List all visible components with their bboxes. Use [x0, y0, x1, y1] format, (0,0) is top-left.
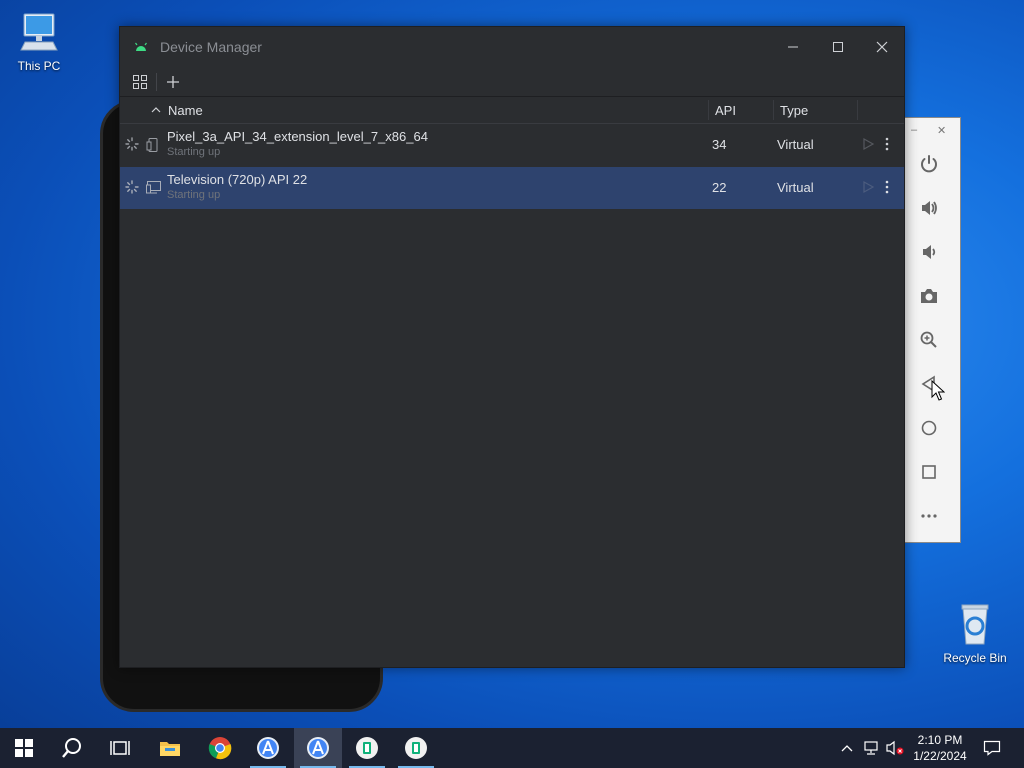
- computer-icon: [20, 13, 58, 51]
- zoom-in-icon: [920, 331, 937, 348]
- volume-down-icon: [923, 245, 936, 259]
- column-header-type[interactable]: Type: [780, 103, 808, 118]
- task-view-icon: [110, 741, 130, 755]
- jetbrains-icon: [356, 737, 378, 759]
- jetbrains-app-button[interactable]: [343, 728, 391, 768]
- more-options-icon[interactable]: [884, 179, 890, 195]
- play-icon[interactable]: [861, 137, 875, 151]
- loading-spinner-icon: [125, 137, 139, 151]
- device-type: Virtual: [777, 180, 814, 195]
- column-separator: [773, 100, 774, 120]
- search-icon: [62, 738, 81, 758]
- more-button[interactable]: [917, 504, 941, 528]
- tv-device-icon: [146, 181, 161, 194]
- power-icon: [921, 155, 937, 173]
- column-header-name[interactable]: Name: [168, 103, 203, 118]
- play-icon[interactable]: [861, 180, 875, 194]
- volume-muted-icon: [886, 740, 904, 756]
- sort-ascending-icon[interactable]: [151, 106, 161, 114]
- device-type: Virtual: [777, 137, 814, 152]
- volume-down-button[interactable]: [917, 240, 941, 264]
- start-icon: [15, 739, 33, 757]
- search-button[interactable]: [48, 728, 96, 768]
- window-title: Device Manager: [160, 39, 262, 55]
- close-button[interactable]: [869, 35, 895, 59]
- close-icon: [876, 41, 888, 53]
- loading-spinner-icon: [125, 180, 139, 194]
- jetbrains-icon: [405, 737, 427, 759]
- android-icon: [135, 42, 147, 51]
- taskbar: 2:10 PM 1/22/2024: [0, 728, 1024, 768]
- notifications-button[interactable]: [978, 728, 1006, 768]
- more-icon: [921, 514, 937, 518]
- device-api: 22: [712, 180, 727, 195]
- device-api: 34: [712, 137, 727, 152]
- device-name: Pixel_3a_API_34_extension_level_7_x86_64: [167, 129, 428, 144]
- emulator-close-button[interactable]: ✕: [937, 124, 946, 137]
- show-hidden-icons-button[interactable]: [838, 728, 856, 768]
- android-studio-icon: [307, 737, 329, 759]
- column-header-api[interactable]: API: [715, 103, 736, 118]
- overview-icon: [922, 465, 936, 479]
- home-button[interactable]: [917, 416, 941, 440]
- overview-button[interactable]: [917, 460, 941, 484]
- clock-date: 1/22/2024: [913, 749, 967, 763]
- volume-up-button[interactable]: [917, 196, 941, 220]
- this-pc-label: This PC: [17, 59, 61, 73]
- device-grid-icon: [133, 75, 147, 89]
- screenshot-button[interactable]: [917, 284, 941, 308]
- maximize-icon: [833, 42, 843, 52]
- add-icon: [167, 76, 179, 88]
- chrome-button[interactable]: [196, 728, 244, 768]
- desktop-icon-recycle-bin[interactable]: Recycle Bin: [937, 602, 1013, 665]
- volume-button[interactable]: [884, 728, 906, 768]
- chrome-icon: [208, 737, 232, 760]
- device-name: Television (720p) API 22: [167, 172, 308, 187]
- device-manager-window: Device Manager Name API Type Pixel_3a_AP…: [119, 26, 905, 668]
- emulator-toolbar: – ✕: [904, 117, 961, 543]
- title-bar[interactable]: Device Manager: [120, 27, 904, 67]
- chevron-up-icon: [841, 745, 853, 752]
- device-status: Starting up: [167, 146, 221, 158]
- recycle-bin-icon: [961, 604, 989, 645]
- android-studio-button-active[interactable]: [294, 728, 342, 768]
- column-separator: [857, 100, 858, 120]
- add-device-button[interactable]: [160, 70, 186, 94]
- emulator-minimize-button[interactable]: –: [911, 124, 917, 136]
- minimize-button[interactable]: [780, 35, 806, 59]
- task-view-button[interactable]: [96, 728, 144, 768]
- phone-device-icon: [146, 138, 158, 152]
- power-button[interactable]: [917, 152, 941, 176]
- device-grid-button[interactable]: [127, 70, 153, 94]
- camera-icon: [921, 289, 937, 303]
- mouse-cursor-icon: [931, 380, 945, 401]
- file-explorer-button[interactable]: [146, 728, 194, 768]
- toolbar-separator: [156, 73, 157, 91]
- device-status: Starting up: [167, 189, 221, 201]
- maximize-button[interactable]: [825, 35, 851, 59]
- file-explorer-icon: [160, 742, 180, 756]
- android-studio-button[interactable]: [244, 728, 292, 768]
- notification-icon: [983, 740, 1001, 756]
- zoom-button[interactable]: [917, 328, 941, 352]
- volume-up-icon: [922, 201, 937, 215]
- toolbar: [120, 67, 904, 97]
- home-icon: [921, 420, 937, 436]
- recycle-bin-label: Recycle Bin: [943, 651, 1007, 665]
- table-header: Name API Type: [120, 97, 904, 124]
- column-separator: [708, 100, 709, 120]
- table-row[interactable]: Television (720p) API 22 Starting up 22 …: [120, 167, 904, 210]
- more-options-icon[interactable]: [884, 136, 890, 152]
- clock-time: 2:10 PM: [917, 733, 963, 747]
- network-button[interactable]: [860, 728, 882, 768]
- android-studio-icon: [257, 737, 279, 759]
- jetbrains-app-button[interactable]: [392, 728, 440, 768]
- table-row[interactable]: Pixel_3a_API_34_extension_level_7_x86_64…: [120, 124, 904, 167]
- start-button[interactable]: [0, 728, 48, 768]
- minimize-icon: [788, 46, 798, 48]
- network-icon: [864, 741, 878, 755]
- desktop-icon-this-pc[interactable]: This PC: [1, 10, 77, 73]
- clock[interactable]: 2:10 PM 1/22/2024: [908, 732, 972, 764]
